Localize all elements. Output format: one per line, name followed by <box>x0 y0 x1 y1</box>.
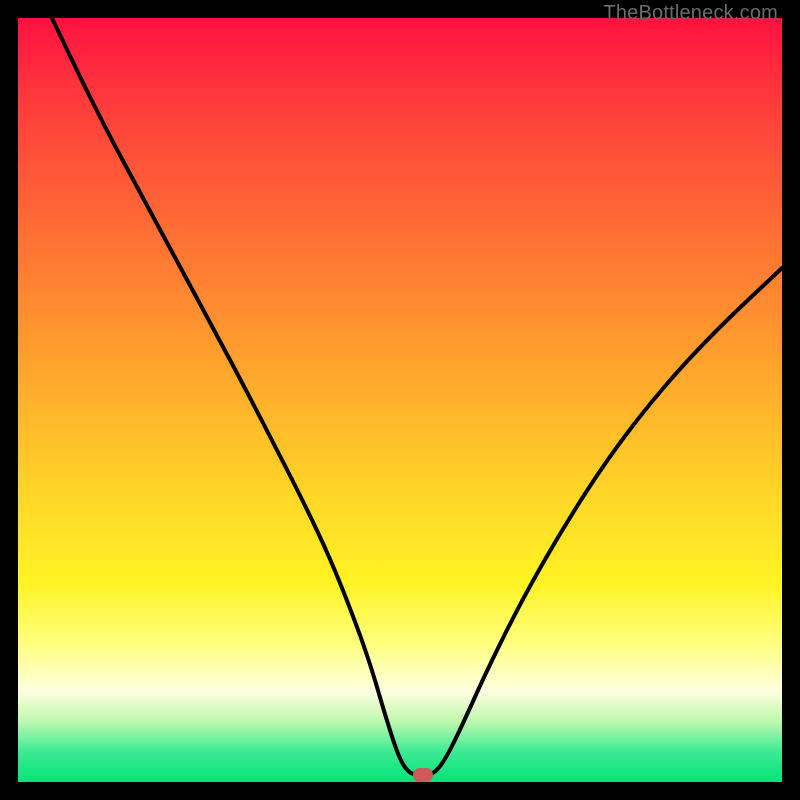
optimal-point-marker <box>413 768 433 782</box>
plot-area <box>18 18 782 782</box>
bottleneck-curve <box>52 18 782 775</box>
chart-frame: TheBottleneck.com <box>0 0 800 800</box>
curve-layer <box>18 18 782 782</box>
watermark-text: TheBottleneck.com <box>603 2 778 25</box>
